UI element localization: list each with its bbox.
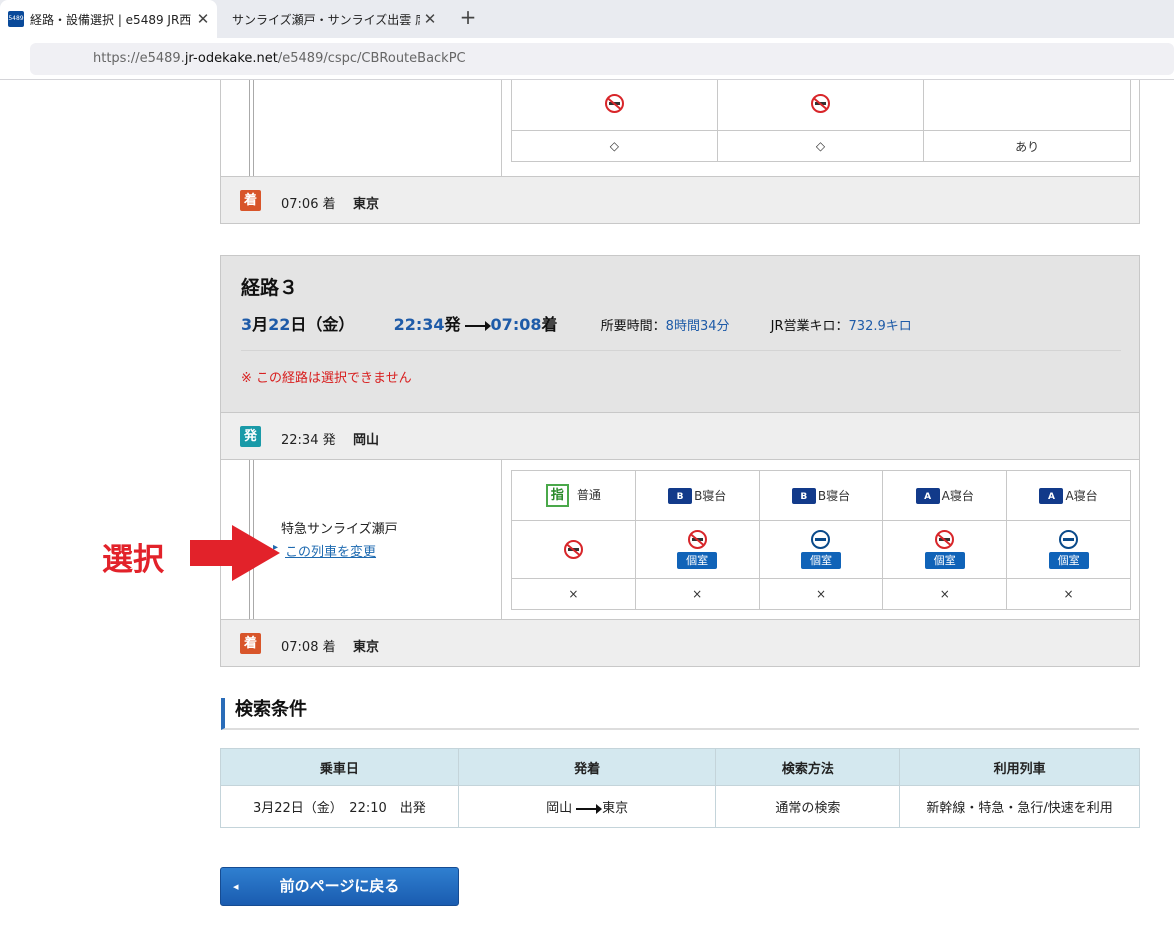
arrival-station: 東京 (353, 640, 380, 655)
condition-method: 通常の検索 (715, 785, 901, 828)
tab-route-selection[interactable]: 5489 経路・設備選択 | e5489 JR西日本 ✕ (0, 0, 217, 38)
departure-time: 22:34 発 (281, 433, 336, 448)
arrival-time: 07:06 着 (281, 197, 336, 212)
condition-route: 岡山 東京 (457, 785, 717, 828)
private-room-badge: 個室 (924, 552, 965, 569)
no-smoking-icon (935, 530, 955, 549)
arrival-station: 東京 (353, 197, 380, 212)
col-header: 乗車日 (220, 748, 459, 786)
private-room-badge: 個室 (1048, 552, 1089, 569)
route3-seat-table: 指普通 B B寝台 B B寝台 A A寝台 A A寝台 個室 個室 個室 個室 × × … (511, 470, 1131, 610)
no-smoking-icon (687, 530, 707, 549)
no-smoking-icon (811, 93, 830, 113)
seat-header-a-sleeper: A A寝台 (1006, 470, 1131, 521)
arrival-badge: 着 (240, 190, 261, 211)
arrow-right-icon (576, 803, 603, 814)
route-summary: 3月22日（金） 22:34発 07:08着 所要時間：8時間34分 JR営業キロ… (241, 315, 912, 334)
private-room-icon (811, 530, 831, 549)
annotation-arrow-icon (190, 525, 280, 581)
availability-mark: ◇ (716, 130, 925, 162)
sold-out-mark: × (634, 578, 760, 610)
condition-date: 3月22日（金） 22:10 出発 (220, 785, 459, 828)
seat-header-reserved: 指普通 (511, 470, 636, 521)
browser-tab-bar: 5489 経路・設備選択 | e5489 JR西日本 ✕ サンライズ瀬戸・サンラ… (0, 0, 1174, 38)
availability-mark: ◇ (511, 130, 718, 162)
arrival-time: 07:08 着 (281, 640, 336, 655)
address-bar: https://e5489.jr-odekake.net/e5489/cspc/… (0, 38, 1174, 80)
route2-seat-table: ◇ ◇ あり (511, 80, 1131, 162)
no-smoking-icon (563, 540, 583, 559)
search-conditions-table: 乗車日 発着 検索方法 利用列車 3月22日（金） 22:10 出発 岡山 東京 … (220, 748, 1140, 828)
sold-out-mark: × (511, 578, 636, 610)
b-sleeper-bed-icon: B (668, 488, 693, 505)
private-room-badge: 個室 (677, 552, 718, 569)
annotation-label: 選択 (102, 542, 164, 578)
url-field[interactable]: https://e5489.jr-odekake.net/e5489/cspc/… (30, 43, 1174, 75)
route3-departure-row: 発 22:34 発 岡山 (220, 412, 1140, 460)
route3-arrival-row: 着 07:08 着 東京 (220, 619, 1140, 667)
tab-title: 経路・設備選択 | e5489 JR西日本 (30, 12, 193, 27)
back-button[interactable]: 前のページに戻る (220, 867, 459, 906)
arrow-right-icon (464, 320, 491, 331)
route3-train-block: 指普通 B B寝台 B B寝台 A A寝台 A A寝台 個室 個室 個室 個室 × × … (220, 459, 1140, 621)
col-header: 発着 (457, 748, 717, 786)
no-smoking-icon (604, 93, 624, 113)
tab-title: サンライズ瀬戸・サンライズ出雲 席番 (232, 12, 420, 27)
page-content: ◇ ◇ あり 着 07:06 着 東京 経路３ 3月22日（金） 22:34発 0… (0, 80, 1174, 941)
change-train-link[interactable]: この列車を変更 (273, 541, 376, 560)
sold-out-mark: × (758, 578, 884, 610)
site-favicon-icon: 5489 (8, 11, 24, 27)
a-sleeper-bed-icon: A (915, 488, 940, 505)
sold-out-mark: × (1006, 578, 1131, 610)
close-tab-icon[interactable]: ✕ (193, 10, 213, 28)
col-header: 利用列車 (899, 748, 1140, 786)
sold-out-mark: × (882, 578, 1008, 610)
tab-sunrise-seats[interactable]: サンライズ瀬戸・サンライズ出雲 席番 ✕ (222, 0, 444, 38)
seat-header-b-sleeper: B B寝台 (758, 470, 884, 521)
col-header: 検索方法 (715, 748, 901, 786)
train-name: 特急サンライズ瀬戸 (281, 522, 398, 537)
url-text: https://e5489.jr-odekake.net/e5489/cspc/… (93, 51, 466, 66)
search-conditions-title: 検索条件 (221, 698, 1139, 730)
unselectable-notice: ※ この経路は選択できません (241, 371, 412, 386)
close-tab-icon[interactable]: ✕ (420, 10, 440, 28)
private-room-icon (1059, 530, 1079, 549)
route-title: 経路３ (241, 277, 299, 299)
condition-trains: 新幹線・特急・急行/快速を利用 (899, 785, 1140, 828)
route2-arrival-row: 着 07:06 着 東京 (220, 176, 1140, 224)
a-sleeper-bed-icon: A (1039, 488, 1064, 505)
seat-header-b-sleeper: B B寝台 (634, 470, 760, 521)
route-line (249, 80, 254, 178)
seat-header-a-sleeper: A A寝台 (882, 470, 1008, 521)
private-room-badge: 個室 (800, 552, 841, 569)
arrival-badge: 着 (240, 633, 261, 654)
availability-mark: あり (923, 130, 1131, 162)
route2-train-block: ◇ ◇ あり (220, 80, 1140, 178)
new-tab-plus-icon[interactable]: + (456, 6, 480, 30)
b-sleeper-bed-icon: B (791, 488, 816, 505)
departure-badge: 発 (240, 426, 261, 447)
departure-station: 岡山 (353, 433, 380, 448)
reserved-seat-icon: 指 (545, 484, 569, 507)
